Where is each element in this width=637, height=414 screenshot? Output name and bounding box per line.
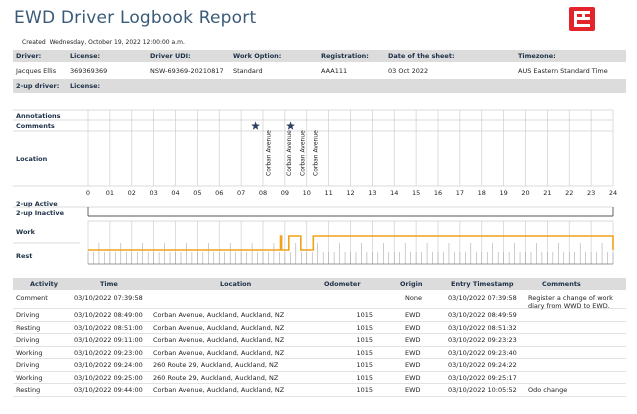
hour-label: 11 xyxy=(324,189,332,197)
th-origin: Origin xyxy=(400,280,423,288)
hour-label: 0 xyxy=(86,189,90,197)
hour-label: 24 xyxy=(609,189,617,197)
cell-origin: EWD xyxy=(405,386,421,394)
cell-time: 03/10/2022 09:24:00 xyxy=(74,361,143,369)
cell-activity: Driving xyxy=(16,311,40,319)
hour-label: 03 xyxy=(149,189,157,197)
hour-label: 02 xyxy=(128,189,136,197)
th-entry-timestamp: Entry Timestamp xyxy=(451,280,514,288)
cell-odometer: 1015 xyxy=(356,311,373,319)
cell-time: 03/10/2022 07:39:58 xyxy=(74,294,143,302)
table-row: Resting 03/10/2022 09:44:00 Corban Avenue,… xyxy=(13,384,626,397)
th-activity: Activity xyxy=(30,280,59,288)
hour-label: 08 xyxy=(259,189,267,197)
cell-origin: EWD xyxy=(405,361,421,369)
table-row: Driving 03/10/2022 09:11:00 Corban Avenue,… xyxy=(13,334,626,347)
cell-location: Corban Avenue, Auckland, Auckland, NZ xyxy=(153,311,285,319)
cell-activity: Working xyxy=(16,373,43,382)
cell-origin: EWD xyxy=(405,311,421,319)
location-label: Corban Avenue xyxy=(299,130,306,176)
table-row: Resting 03/10/2022 08:51:00 Corban Avenue,… xyxy=(13,322,626,334)
cell-origin: EWD xyxy=(405,336,421,344)
hour-label: 12 xyxy=(346,189,354,197)
cell-origin: None xyxy=(405,294,422,302)
cell-origin: EWD xyxy=(405,348,421,357)
cell-entry: 03/10/2022 07:39:58 xyxy=(448,294,517,302)
hour-label: 16 xyxy=(434,189,442,197)
cell-comments: Odo change xyxy=(528,386,568,394)
cell-entry: 03/10/2022 08:49:59 xyxy=(448,311,517,319)
hour-label: 20 xyxy=(521,189,529,197)
cell-activity: Driving xyxy=(16,361,40,369)
hour-label: 22 xyxy=(565,189,573,197)
hour-label: 18 xyxy=(478,189,486,197)
th-location: Location xyxy=(220,280,252,288)
th-comments: Comments xyxy=(542,280,581,288)
location-label: Corban Avenue xyxy=(286,130,293,176)
cell-origin: EWD xyxy=(405,323,421,332)
hour-label: 17 xyxy=(456,189,464,197)
cell-activity: Comment xyxy=(16,294,48,302)
cell-location: 260 Route 29, Auckland, Auckland, NZ xyxy=(153,373,279,382)
hour-label: 09 xyxy=(281,189,289,197)
cell-odometer: 1015 xyxy=(356,386,373,394)
cell-odometer: 1015 xyxy=(356,348,373,357)
hour-label: 23 xyxy=(587,189,595,197)
th-odometer: Odometer xyxy=(324,280,361,288)
cell-entry: 03/10/2022 09:24:22 xyxy=(448,361,517,369)
hour-label: 15 xyxy=(412,189,420,197)
comment-star-icon xyxy=(286,121,295,130)
hour-label: 13 xyxy=(368,189,376,197)
hour-label: 07 xyxy=(237,189,245,197)
table-row: Driving 03/10/2022 08:49:00 Corban Avenue,… xyxy=(13,309,626,322)
cell-odometer: 1015 xyxy=(356,361,373,369)
hour-label: 01 xyxy=(106,189,114,197)
cell-location: Corban Avenue, Auckland, Auckland, NZ xyxy=(153,386,285,394)
cell-location: 260 Route 29, Auckland, Auckland, NZ xyxy=(153,361,279,369)
hour-label: 05 xyxy=(193,189,201,197)
cell-location: Corban Avenue, Auckland, Auckland, NZ xyxy=(153,348,285,357)
cell-origin: EWD xyxy=(405,373,421,382)
cell-odometer: 1015 xyxy=(356,336,373,344)
cell-odometer: 1015 xyxy=(356,373,373,382)
cell-entry: 03/10/2022 08:51:32 xyxy=(448,323,517,332)
hour-label: 10 xyxy=(303,189,311,197)
comment-star-icon xyxy=(251,121,260,130)
cell-location: Corban Avenue, Auckland, Auckland, NZ xyxy=(153,336,285,344)
cell-time: 03/10/2022 09:44:00 xyxy=(74,386,143,394)
hour-label: 19 xyxy=(499,189,507,197)
location-label: Corban Avenue xyxy=(313,130,320,176)
th-time: Time xyxy=(100,280,118,288)
location-label: Corban Avenue xyxy=(265,130,272,176)
cell-entry: 03/10/2022 09:25:17 xyxy=(448,373,517,382)
cell-time: 03/10/2022 08:51:00 xyxy=(74,323,143,332)
table-row: Working 03/10/2022 09:25:00 260 Route 29, … xyxy=(13,372,626,384)
cell-entry: 03/10/2022 09:23:23 xyxy=(448,336,517,344)
table-row: Comment 03/10/2022 07:39:58 None 03/10/2022… xyxy=(13,292,626,310)
cell-activity: Resting xyxy=(16,323,41,332)
table-row: Driving 03/10/2022 09:24:00 260 Route 29, … xyxy=(13,359,626,372)
hour-label: 04 xyxy=(171,189,179,197)
cell-activity: Driving xyxy=(16,336,40,344)
cell-time: 03/10/2022 09:23:00 xyxy=(74,348,143,357)
hour-label: 14 xyxy=(390,189,398,197)
cell-comments: Register a change of work diary from WWD… xyxy=(528,294,613,310)
cell-time: 03/10/2022 09:25:00 xyxy=(74,373,143,382)
cell-activity: Working xyxy=(16,348,43,357)
hour-label: 06 xyxy=(215,189,223,197)
cell-activity: Resting xyxy=(16,386,41,394)
cell-time: 03/10/2022 09:11:00 xyxy=(74,336,143,344)
cell-odometer: 1015 xyxy=(356,323,373,332)
hour-label: 21 xyxy=(543,189,551,197)
table-row: Working 03/10/2022 09:23:00 Corban Avenue,… xyxy=(13,347,626,359)
cell-time: 03/10/2022 08:49:00 xyxy=(74,311,143,319)
cell-location: Corban Avenue, Auckland, Auckland, NZ xyxy=(153,323,285,332)
cell-entry: 03/10/2022 09:23:40 xyxy=(448,348,517,357)
cell-entry: 03/10/2022 10:05:52 xyxy=(448,386,517,394)
